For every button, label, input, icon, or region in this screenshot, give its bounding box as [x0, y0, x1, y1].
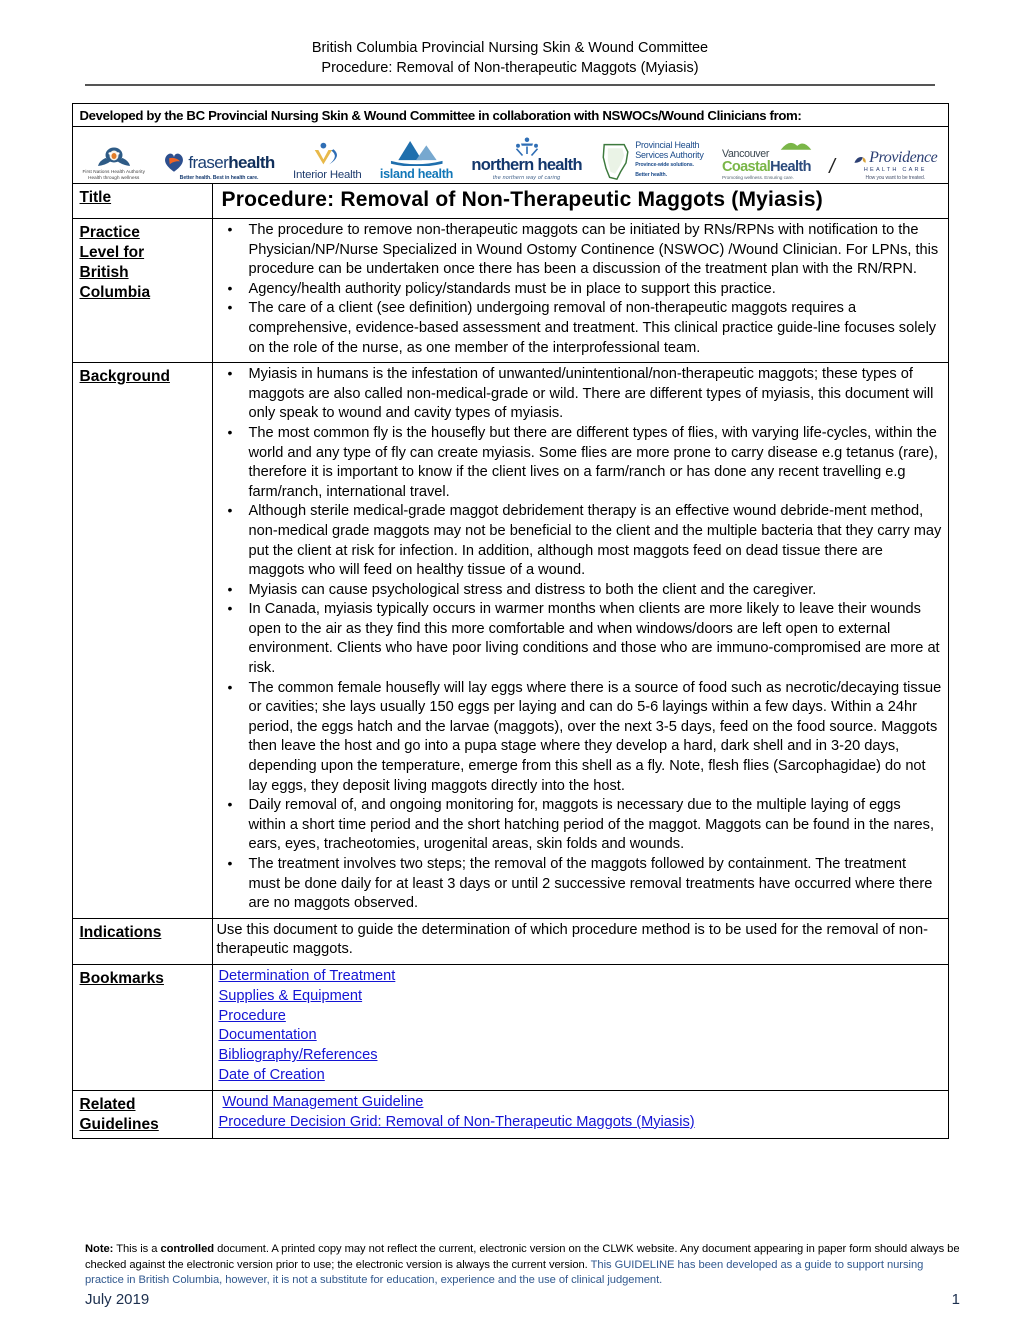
providence-health-care-logo: Providence HEALTH CARE How you want to b…: [853, 129, 938, 181]
background-label: Background: [79, 368, 170, 386]
bookmark-link-procedure[interactable]: Procedure: [219, 1007, 942, 1027]
interior-health-swoosh-icon: [315, 142, 338, 165]
list-item: Although sterile medical-grade maggot de…: [228, 501, 942, 580]
interior-health-word: Interior Health: [293, 169, 362, 181]
related-guidelines-label-cell: Related Guidelines: [71, 1089, 213, 1139]
fraser-health-heart-icon: [165, 153, 184, 172]
footer-date: July 2019: [85, 1291, 150, 1308]
practice-level-row: Practice Level for British Columbia The …: [71, 217, 949, 364]
indications-label: Indications: [79, 923, 162, 941]
vch-tagline: Promoting wellness. Ensuring care.: [721, 176, 794, 181]
background-row: Background Myiasis in humans is the infe…: [71, 362, 949, 919]
fnha-line-2: Health through wellness: [88, 175, 140, 180]
practice-level-label-line-2: Level for: [79, 244, 145, 261]
island-health-mountains-icon: [391, 140, 443, 166]
procedure-summary-table: Developed by the BC Provincial Nursing S…: [71, 103, 949, 1139]
title-label-cell: Title: [71, 183, 213, 219]
providence-tagline: How you want to be treated.: [865, 175, 926, 181]
providence-leaf-icon: [854, 156, 866, 163]
vancouver-coastal-health-logo: Vancouver CoastalHealth Promoting wellne…: [722, 129, 811, 181]
northern-health-tagline: the northern way of caring: [492, 175, 561, 181]
practice-level-label-line-3: British: [79, 264, 129, 281]
interior-health-logo: Interior Health: [293, 129, 362, 181]
related-guidelines-label-line-2: Guidelines: [79, 1115, 159, 1133]
bookmarks-row: Bookmarks Determination of Treatment Sup…: [71, 963, 949, 1091]
header-divider: [85, 84, 935, 86]
island-health-word: island health: [379, 167, 453, 181]
coastal-word: Coastal: [721, 159, 771, 175]
bookmark-link-bibliography-references[interactable]: Bibliography/References: [219, 1046, 942, 1066]
practice-level-bullet-list: The procedure to remove non-therapeutic …: [217, 220, 942, 358]
bookmarks-label: Bookmarks: [79, 969, 164, 987]
related-link-procedure-decision-grid[interactable]: Procedure Decision Grid: Removal of Non-…: [219, 1113, 942, 1133]
phsa-line-3: Province-wide solutions.: [635, 162, 694, 168]
fnha-logo: First Nations Health Authority Health th…: [83, 129, 146, 181]
fraser-health-tagline: Better health. Best in health care.: [179, 175, 259, 181]
header-line-1: British Columbia Provincial Nursing Skin…: [311, 40, 709, 56]
phsa-bc-map-icon: [602, 143, 629, 181]
bookmark-link-supplies-equipment[interactable]: Supplies & Equipment: [219, 987, 942, 1007]
bookmarks-content: Determination of Treatment Supplies & Eq…: [211, 963, 949, 1091]
developed-by-text: Developed by the BC Provincial Nursing S…: [71, 103, 949, 127]
list-item: Myiasis can cause psychological stress a…: [228, 580, 942, 601]
logo-strip-cell: First Nations Health Authority Health th…: [71, 126, 949, 184]
controlled-document-note: Note: This is a controlled document. A p…: [85, 1242, 960, 1288]
northern-health-word: northern health: [471, 156, 582, 174]
fraser-health-logo: fraserhealth Better health. Best in heal…: [163, 129, 275, 181]
list-item: The common female housefly will lay eggs…: [228, 678, 942, 797]
background-content: Myiasis in humans is the infestation of …: [211, 362, 949, 919]
slash-separator: /: [829, 156, 835, 178]
health-word-vch: Health: [770, 159, 811, 175]
phsa-logo: Provincial Health Services Authority Pro…: [600, 129, 704, 181]
background-label-cell: Background: [71, 362, 213, 919]
northern-health-figures-icon: [515, 137, 538, 157]
list-item: The procedure to remove non-therapeutic …: [228, 220, 942, 280]
list-item: The most common fly is the housefly but …: [228, 423, 942, 502]
document-title: Procedure: Removal of Non-Therapeutic Ma…: [211, 183, 949, 219]
providence-word: Providence: [869, 149, 938, 166]
list-item: In Canada, myiasis typically occurs in w…: [228, 599, 942, 678]
list-item: Myiasis in humans is the infestation of …: [228, 364, 942, 424]
footer-page-number: 1: [951, 1291, 960, 1308]
list-item: Daily removal of, and ongoing monitoring…: [228, 795, 942, 855]
list-item: The care of a client (see definition) un…: [228, 298, 942, 358]
background-bullet-list: Myiasis in humans is the infestation of …: [217, 364, 942, 914]
practice-level-label-cell: Practice Level for British Columbia: [71, 217, 213, 364]
bookmark-link-documentation[interactable]: Documentation: [219, 1026, 942, 1046]
related-guidelines-label-line-1: Related: [79, 1095, 136, 1113]
vch-mountain-icon: [780, 142, 812, 150]
list-item: The treatment involves two steps; the re…: [228, 854, 942, 914]
practice-level-label-line-4: Columbia: [79, 284, 151, 301]
bookmark-link-determination-of-treatment[interactable]: Determination of Treatment: [219, 967, 942, 987]
page-header: British Columbia Provincial Nursing Skin…: [0, 0, 1020, 78]
health-word: health: [228, 152, 275, 172]
logo-row: First Nations Health Authority Health th…: [71, 126, 949, 184]
note-bold-word: controlled: [160, 1243, 215, 1256]
header-line-2: Procedure: Removal of Non-therapeutic Ma…: [321, 60, 699, 76]
island-health-logo: island health: [380, 129, 453, 181]
related-guidelines-content: Wound Management Guideline Procedure Dec…: [211, 1089, 949, 1139]
phsa-line-2: Services Authority: [635, 149, 704, 160]
page-footer: Note: This is a controlled document. A p…: [85, 1242, 960, 1308]
bookmarks-label-cell: Bookmarks: [71, 963, 213, 1091]
northern-health-logo: northern health the northern way of cari…: [471, 129, 583, 181]
bookmark-link-date-of-creation[interactable]: Date of Creation: [219, 1066, 942, 1086]
fnha-emblem-icon: [97, 147, 130, 166]
indications-label-cell: Indications: [71, 917, 213, 965]
note-label: Note:: [85, 1243, 114, 1256]
developed-by-banner-row: Developed by the BC Provincial Nursing S…: [71, 103, 949, 127]
practice-level-content: The procedure to remove non-therapeutic …: [211, 217, 949, 364]
title-row: Title Procedure: Removal of Non-Therapeu…: [71, 183, 949, 219]
title-label: Title: [79, 189, 112, 206]
related-link-wound-management-guideline[interactable]: Wound Management Guideline: [219, 1093, 942, 1113]
list-item: Agency/health authority policy/standards…: [228, 279, 942, 300]
related-guidelines-row: Related Guidelines Wound Management Guid…: [71, 1089, 949, 1139]
practice-level-label-line-1: Practice: [79, 224, 140, 241]
fraser-word: fraser: [188, 152, 229, 172]
note-part-1: This is a: [113, 1243, 161, 1256]
providence-line-2: HEALTH CARE: [863, 167, 927, 173]
indications-content: Use this document to guide the determina…: [211, 917, 949, 965]
indications-row: Indications Use this document to guide t…: [71, 917, 949, 965]
phsa-line-4: Better health.: [635, 172, 667, 179]
